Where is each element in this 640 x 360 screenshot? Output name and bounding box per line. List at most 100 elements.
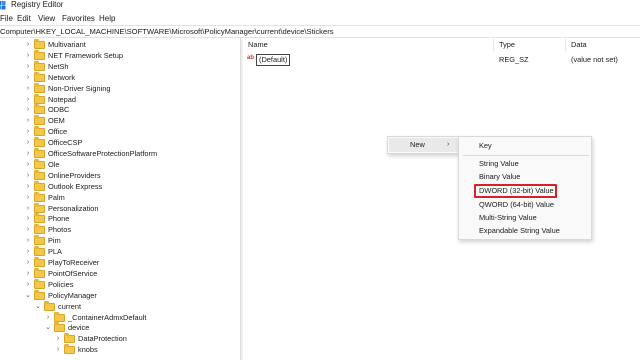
tree-item[interactable]: › Outlook Express xyxy=(0,180,240,192)
folder-icon xyxy=(34,126,45,137)
tree-item-label: Policies xyxy=(48,279,74,289)
tree-item[interactable]: › Office xyxy=(0,126,240,137)
chevron-right-icon[interactable]: › xyxy=(24,203,32,214)
tree-item[interactable]: ⌄ PolicyManager xyxy=(0,289,240,301)
menu-favorites[interactable]: Favorites xyxy=(62,14,95,24)
tree-item[interactable]: › Ole xyxy=(0,158,240,170)
tree-item[interactable]: › Palm xyxy=(0,191,240,203)
menu-view[interactable]: View xyxy=(38,14,55,24)
submenu-item-string-value[interactable]: String Value xyxy=(479,159,519,169)
chevron-right-icon[interactable]: › xyxy=(24,94,32,105)
tree-item[interactable]: › NET Framework Setup xyxy=(0,49,240,61)
string-value-icon: ab xyxy=(247,55,255,61)
chevron-right-icon[interactable]: › xyxy=(24,39,32,50)
tree-item[interactable]: › Multivariant xyxy=(0,39,240,50)
tree-item[interactable]: › Photos xyxy=(0,224,240,235)
tree-item[interactable]: › OfficeCSP xyxy=(0,137,240,148)
chevron-right-icon[interactable]: › xyxy=(24,115,32,126)
column-divider[interactable] xyxy=(565,39,566,51)
submenu-item-key[interactable]: Key xyxy=(479,141,492,151)
value-row[interactable]: ab (Default) REG_SZ (value not set) xyxy=(243,54,640,66)
tree-item[interactable]: › OnlineProviders xyxy=(0,169,240,181)
tree-item[interactable]: › OEM xyxy=(0,115,240,126)
column-divider[interactable] xyxy=(493,39,494,51)
chevron-right-icon[interactable]: › xyxy=(24,50,32,61)
chevron-right-icon[interactable]: › xyxy=(24,137,32,148)
chevron-right-icon[interactable]: › xyxy=(24,181,32,192)
key-tree[interactable]: › Multivariant › NET Framework Setup › NetSh ›… xyxy=(0,38,240,360)
menu-item-new[interactable]: New › xyxy=(389,138,458,152)
tree-item[interactable]: › Non-Driver Signing xyxy=(0,82,240,94)
tree-item[interactable]: › Pim xyxy=(0,235,240,246)
chevron-right-icon[interactable]: › xyxy=(24,72,32,83)
chevron-right-icon[interactable]: › xyxy=(24,192,32,203)
chevron-down-icon[interactable]: ⌄ xyxy=(24,290,32,301)
tree-item[interactable]: ⌄ current xyxy=(0,300,240,312)
chevron-right-icon[interactable]: › xyxy=(24,126,32,137)
chevron-right-icon[interactable]: › xyxy=(54,344,62,355)
column-header-type[interactable]: Type xyxy=(499,40,515,50)
tree-item[interactable]: › OfficeSoftwareProtectionPlatform xyxy=(0,148,240,159)
chevron-right-icon[interactable]: › xyxy=(24,213,32,224)
folder-icon xyxy=(34,82,45,93)
tree-item-label: Notepad xyxy=(48,94,76,104)
tree-item-label: Phone xyxy=(48,214,70,224)
chevron-down-icon[interactable]: ⌄ xyxy=(44,322,52,333)
chevron-right-icon[interactable]: › xyxy=(24,246,32,257)
chevron-right-icon[interactable]: › xyxy=(24,159,32,170)
value-name[interactable]: (Default) xyxy=(256,54,291,66)
chevron-right-icon[interactable]: › xyxy=(24,224,32,235)
folder-icon xyxy=(34,104,45,115)
tree-item[interactable]: › Notepad xyxy=(0,93,240,105)
chevron-right-icon[interactable]: › xyxy=(54,333,62,344)
tree-item-label: DataProtection xyxy=(78,334,127,344)
folder-icon xyxy=(34,289,45,300)
folder-icon xyxy=(34,158,45,169)
menu-bar: File Edit View Favorites Help xyxy=(0,12,640,25)
chevron-down-icon[interactable]: ⌄ xyxy=(34,301,42,312)
tree-item[interactable]: › _ContainerAdmxDefault xyxy=(0,311,240,323)
tree-item[interactable]: › PlayToReceiver xyxy=(0,257,240,268)
submenu-item-expandable-string-value[interactable]: Expandable String Value xyxy=(479,226,560,236)
tree-item[interactable]: › Personalization xyxy=(0,202,240,214)
tree-item[interactable]: › PLA xyxy=(0,246,240,257)
tree-item[interactable]: › NetSh xyxy=(0,60,240,72)
submenu-item-qword-value[interactable]: QWORD (64-bit) Value xyxy=(479,200,554,210)
chevron-right-icon[interactable]: › xyxy=(24,170,32,181)
tree-item-label: NET Framework Setup xyxy=(48,50,124,60)
column-header-data[interactable]: Data xyxy=(571,40,587,50)
tree-item[interactable]: › Policies xyxy=(0,278,240,290)
tree-item[interactable]: › knobs xyxy=(0,344,240,355)
menu-file[interactable]: File xyxy=(0,14,13,24)
folder-icon xyxy=(34,115,45,126)
tree-item-label: current xyxy=(58,301,82,311)
chevron-right-icon[interactable]: › xyxy=(24,83,32,94)
chevron-right-icon[interactable]: › xyxy=(44,312,52,323)
tree-item[interactable]: › Phone xyxy=(0,213,240,224)
tree-item[interactable]: ⌄ device xyxy=(0,322,240,333)
address-path[interactable]: Computer\HKEY_LOCAL_MACHINE\SOFTWARE\Mic… xyxy=(0,27,334,37)
chevron-right-icon[interactable]: › xyxy=(24,61,32,72)
menu-edit[interactable]: Edit xyxy=(17,14,31,24)
chevron-right-icon[interactable]: › xyxy=(24,268,32,279)
value-type: REG_SZ xyxy=(499,55,529,64)
submenu-item-binary-value[interactable]: Binary Value xyxy=(479,172,520,182)
tree-item[interactable]: › Network xyxy=(0,71,240,83)
column-header-name[interactable]: Name xyxy=(248,40,268,50)
tree-item[interactable]: › ODBC xyxy=(0,104,240,115)
chevron-right-icon[interactable]: › xyxy=(24,279,32,290)
tree-item-label: Multivariant xyxy=(48,40,86,49)
chevron-right-icon[interactable]: › xyxy=(24,235,32,246)
menu-item-new-label: New xyxy=(410,140,425,149)
folder-icon xyxy=(34,180,45,191)
submenu-item-multi-string-value[interactable]: Multi-String Value xyxy=(479,213,537,223)
tree-item-label: PLA xyxy=(48,247,62,257)
tree-item[interactable]: › DataProtection xyxy=(0,333,240,344)
chevron-right-icon[interactable]: › xyxy=(24,104,32,115)
menu-help[interactable]: Help xyxy=(99,14,115,24)
chevron-right-icon[interactable]: › xyxy=(24,257,32,268)
tree-item[interactable]: › PointOfService xyxy=(0,267,240,279)
address-bar[interactable]: Computer\HKEY_LOCAL_MACHINE\SOFTWARE\Mic… xyxy=(0,25,640,38)
chevron-right-icon[interactable]: › xyxy=(24,148,32,159)
tree-item-label: ODBC xyxy=(48,105,70,115)
